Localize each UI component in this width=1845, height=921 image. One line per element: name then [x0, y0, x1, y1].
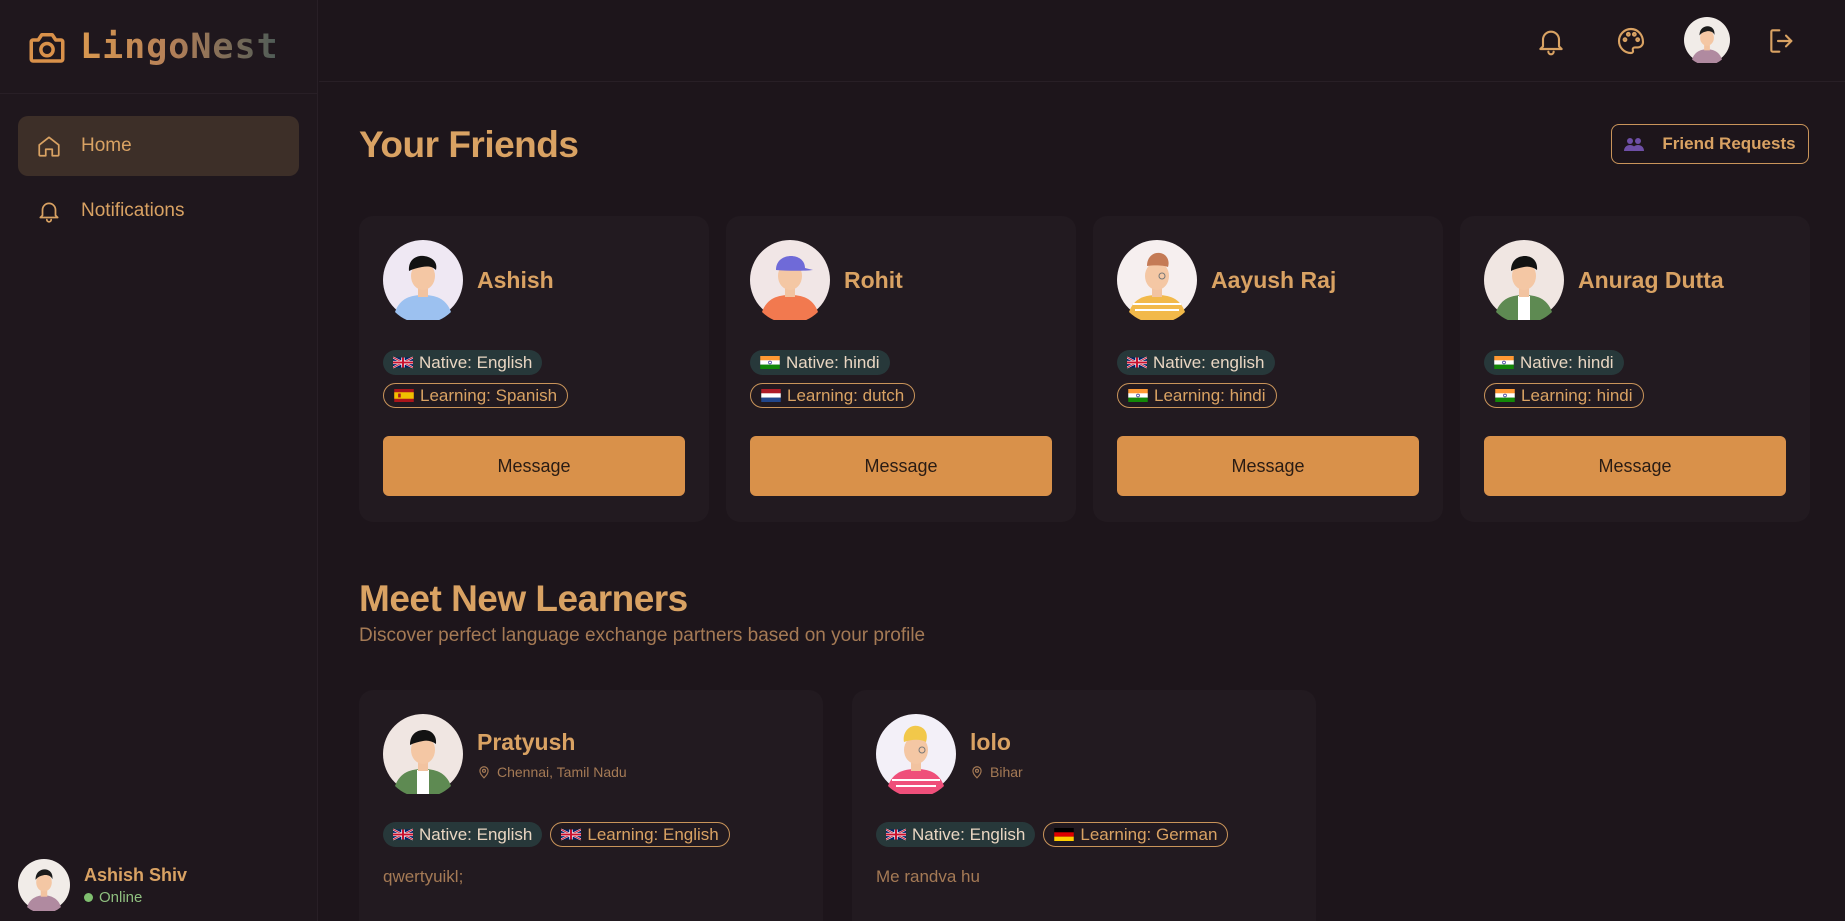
- sidebar-nav: Home Notifications: [0, 94, 317, 241]
- learning-language-badge: Learning: hindi: [1117, 383, 1277, 408]
- sidebar-item-label: Home: [81, 135, 132, 156]
- learner-name: Pratyush: [477, 728, 576, 755]
- learning-language: Learning: dutch: [787, 385, 905, 405]
- learning-language-badge: Learning: dutch: [750, 383, 916, 408]
- india-flag-icon: [1128, 389, 1148, 402]
- india-flag-icon: [1495, 389, 1515, 402]
- friend-requests-label: Friend Requests: [1662, 134, 1796, 153]
- map-pin-icon: [972, 765, 982, 779]
- avatar: [1484, 240, 1564, 320]
- learning-language-badge: Learning: hindi: [1484, 383, 1644, 408]
- native-language-badge: Native: english: [1117, 350, 1275, 375]
- learning-language-badge: Learning: English: [550, 822, 730, 847]
- logout-icon[interactable]: [1766, 25, 1798, 57]
- india-flag-icon: [760, 356, 780, 369]
- avatar: [876, 714, 956, 794]
- online-dot: [84, 892, 93, 902]
- friend-card: Anurag Dutta Native: hindi Learning: hin…: [1460, 216, 1810, 522]
- spain-flag-icon: [394, 389, 414, 402]
- friend-requests-button[interactable]: Friend Requests: [1611, 124, 1809, 164]
- avatar: [18, 859, 70, 911]
- native-language: Native: english: [1153, 352, 1265, 372]
- language-badges: Native: English Learning: English: [383, 822, 799, 847]
- native-language: Native: English: [419, 352, 533, 372]
- learner-info: lolo Bihar: [970, 729, 1023, 780]
- native-language: Native: English: [912, 824, 1026, 844]
- learner-location: Bihar: [970, 764, 1023, 780]
- learning-language-badge: Learning: Spanish: [383, 383, 569, 408]
- user-status: Online: [84, 889, 187, 906]
- learning-language: Learning: Spanish: [420, 385, 558, 405]
- message-button[interactable]: Message: [383, 436, 685, 496]
- sidebar-item-notifications[interactable]: Notifications: [18, 181, 299, 241]
- user-info: Ashish Shiv Online: [84, 865, 187, 906]
- learning-language: Learning: German: [1080, 824, 1218, 844]
- avatar: [1117, 240, 1197, 320]
- learning-language: Learning: hindi: [1521, 385, 1633, 405]
- friend-card: Ashish Native: English Learning: Spanish…: [359, 216, 709, 522]
- friend-name: Aayush Raj: [1211, 266, 1337, 293]
- avatar: [383, 714, 463, 794]
- uk-flag-icon: [393, 356, 413, 369]
- friend-card: Rohit Native: hindi Learning: dutch Mess…: [726, 216, 1076, 522]
- learning-language: Learning: English: [587, 824, 719, 844]
- learner-location: Chennai, Tamil Nadu: [477, 764, 627, 780]
- germany-flag-icon: [1054, 828, 1074, 841]
- learner-name: lolo: [970, 728, 1011, 755]
- sidebar-item-home[interactable]: Home: [18, 116, 299, 176]
- topbar: [319, 0, 1845, 82]
- learning-language-badge: Learning: German: [1043, 822, 1229, 847]
- native-language-badge: Native: English: [383, 822, 543, 847]
- language-badges: Native: English Learning: German: [876, 822, 1292, 847]
- avatar: [383, 240, 463, 320]
- native-language-badge: Native: hindi: [750, 350, 890, 375]
- friend-name: Rohit: [844, 266, 903, 293]
- map-pin-icon: [479, 765, 489, 779]
- learner-card: Pratyush Chennai, Tamil Nadu Native: Eng…: [359, 690, 823, 921]
- users-icon: [1624, 138, 1645, 151]
- uk-flag-icon: [561, 828, 581, 841]
- friend-name: Anurag Dutta: [1578, 266, 1724, 293]
- learning-language: Learning: hindi: [1154, 385, 1266, 405]
- brand-name: LingoNest: [80, 26, 279, 67]
- sidebar: LingoNest Home Notifications Ashish Shiv: [0, 0, 318, 921]
- camera-icon: [29, 32, 65, 63]
- learner-info: Pratyush Chennai, Tamil Nadu: [477, 729, 627, 780]
- location-text: Chennai, Tamil Nadu: [497, 763, 627, 780]
- status-text: Online: [99, 888, 143, 906]
- friend-name: Ashish: [477, 266, 554, 293]
- user-name: Ashish Shiv: [84, 864, 188, 885]
- friend-card: Aayush Raj Native: english Learning: hin…: [1093, 216, 1443, 522]
- message-button[interactable]: Message: [1484, 436, 1786, 496]
- message-button[interactable]: Message: [1117, 436, 1419, 496]
- learner-bio: Me randva hu: [876, 867, 980, 886]
- sidebar-item-label: Notifications: [81, 200, 185, 221]
- bell-icon: [39, 202, 59, 223]
- india-flag-icon: [1494, 356, 1514, 369]
- avatar[interactable]: [1684, 17, 1730, 63]
- native-language-badge: Native: English: [383, 350, 543, 375]
- brand[interactable]: LingoNest: [0, 0, 317, 94]
- learner-card: lolo Bihar Native: English Learning: Ger…: [852, 690, 1316, 921]
- friends-title: Your Friends: [359, 124, 579, 165]
- uk-flag-icon: [1127, 356, 1147, 369]
- learners-subtitle: Discover perfect language exchange partn…: [359, 625, 926, 646]
- current-user[interactable]: Ashish Shiv Online: [18, 859, 187, 911]
- learner-bio: qwertyuikl;: [383, 867, 464, 886]
- netherlands-flag-icon: [761, 389, 781, 402]
- uk-flag-icon: [393, 828, 413, 841]
- learners-title: Meet New Learners: [359, 578, 688, 619]
- home-icon: [38, 136, 60, 157]
- native-language: Native: hindi: [1520, 352, 1614, 372]
- native-language-badge: Native: English: [876, 822, 1036, 847]
- avatar: [750, 240, 830, 320]
- native-language: Native: hindi: [786, 352, 880, 372]
- message-button[interactable]: Message: [750, 436, 1052, 496]
- palette-icon[interactable]: [1615, 25, 1647, 57]
- location-text: Bihar: [990, 763, 1023, 780]
- native-language: Native: English: [419, 824, 533, 844]
- bell-icon[interactable]: [1535, 25, 1567, 57]
- native-language-badge: Native: hindi: [1484, 350, 1624, 375]
- uk-flag-icon: [886, 828, 906, 841]
